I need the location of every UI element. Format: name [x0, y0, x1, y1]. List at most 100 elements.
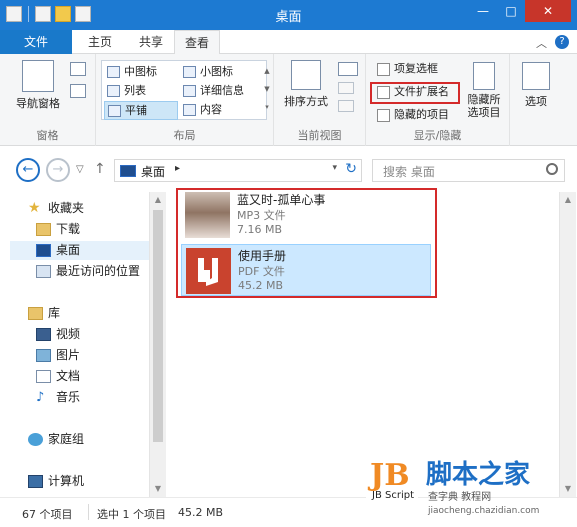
star-icon: ★: [28, 200, 41, 216]
nav-item-documents[interactable]: 文档: [36, 367, 80, 386]
annotation-highlight-box: [176, 188, 437, 298]
navigation-pane: ★ 收藏夹 下载 桌面 最近访问的位置 库 视频 图片 文档 ♪ 音乐 家庭组 计算…: [0, 192, 166, 497]
add-columns-icon[interactable]: [338, 82, 354, 94]
group-layout: 中图标 小图标 列表 详细信息 平铺 内容 ▲ ▼ ▾ 布局: [96, 54, 274, 146]
hidden-items-checkbox[interactable]: 隐藏的项目: [374, 108, 449, 124]
options-icon: [522, 62, 550, 90]
address-dropdown-icon[interactable]: ▾: [332, 163, 337, 173]
breadcrumb-chevron-icon[interactable]: ▸: [175, 163, 180, 174]
checkbox-box[interactable]: [377, 63, 390, 76]
watermark-site: 脚本之家: [426, 460, 531, 490]
size-columns-icon[interactable]: [338, 100, 354, 112]
layout-option-details[interactable]: 详细信息: [180, 82, 260, 101]
documents-icon: [36, 370, 51, 383]
layout-option-content[interactable]: 内容: [180, 101, 260, 120]
content-icon: [183, 104, 196, 116]
group-by-icon[interactable]: [338, 62, 358, 76]
item-count: 67 个项目: [22, 508, 73, 521]
watermark-logo: JB JB Script: [366, 458, 418, 504]
back-button[interactable]: ←: [16, 158, 40, 182]
medium-icons-icon: [107, 66, 120, 78]
tab-share[interactable]: 共享: [128, 30, 174, 54]
search-icon[interactable]: [546, 163, 558, 175]
layout-option-medium-icons[interactable]: 中图标: [104, 63, 178, 82]
selection-count: 选中 1 个项目: [97, 508, 166, 521]
chevron-up-icon[interactable]: ︿: [536, 35, 547, 51]
nav-item-videos[interactable]: 视频: [36, 325, 80, 344]
options-label: 选项: [525, 95, 547, 108]
scrollbar-thumb[interactable]: [153, 210, 163, 442]
layout-option-small-icons[interactable]: 小图标: [180, 63, 260, 82]
layout-gallery-scroll[interactable]: ▲ ▼ ▾: [263, 62, 271, 118]
close-button[interactable]: ✕: [525, 0, 571, 22]
forward-button[interactable]: →: [46, 158, 70, 182]
hide-selected-icon: [473, 62, 495, 90]
hide-selected-label: 隐藏所选项目: [467, 93, 501, 119]
group-current-view: 排序方式 当前视图: [274, 54, 366, 146]
status-divider: [88, 504, 89, 520]
minimize-button[interactable]: —: [469, 0, 497, 22]
recent-locations-dropdown[interactable]: ▽: [76, 164, 84, 175]
hide-selected-button[interactable]: 隐藏所选项目: [464, 62, 504, 119]
refresh-icon[interactable]: ↻: [345, 161, 357, 177]
up-arrow-icon[interactable]: ↑: [94, 161, 106, 177]
details-pane-icon[interactable]: [70, 84, 86, 98]
scroll-up-icon[interactable]: ▲: [150, 192, 166, 208]
computer-icon: [28, 475, 43, 488]
homegroup-icon: [28, 433, 43, 446]
ribbon: 导航窗格 窗格 中图标 小图标 列表 详细信息 平铺 内容 ▲ ▼ ▾ 布局 排序方…: [0, 54, 577, 146]
nav-item-desktop[interactable]: 桌面: [10, 241, 150, 260]
selection-size: 45.2 MB: [178, 506, 224, 519]
nav-item-downloads[interactable]: 下载: [36, 220, 80, 239]
group-label-current-view: 当前视图: [297, 129, 342, 142]
sort-icon: [291, 60, 321, 90]
group-label-show-hide: 显示/隐藏: [413, 129, 462, 142]
preview-pane-icon[interactable]: [70, 62, 86, 76]
list-icon: [107, 85, 120, 97]
tab-view[interactable]: 查看: [174, 30, 220, 55]
group-panes: 导航窗格 窗格: [0, 54, 96, 146]
sort-by-label: 排序方式: [284, 95, 328, 108]
checkbox-box[interactable]: [377, 109, 390, 122]
window-controls: — □ ✕: [469, 0, 571, 22]
small-icons-icon: [183, 66, 196, 78]
address-location: 桌面: [141, 165, 166, 179]
layout-option-list[interactable]: 列表: [104, 82, 178, 101]
download-folder-icon: [36, 223, 51, 236]
nav-item-recent-places[interactable]: 最近访问的位置: [36, 262, 140, 281]
item-checkboxes-checkbox[interactable]: 项复选框: [374, 62, 438, 78]
tab-file[interactable]: 文件: [0, 30, 72, 54]
nav-pane-button[interactable]: 导航窗格: [10, 60, 66, 111]
watermark-url: jiaocheng.chazidian.com: [428, 506, 540, 516]
group-label-panes: 窗格: [36, 129, 59, 142]
ribbon-right-controls: ︿ ?: [536, 35, 569, 51]
nav-item-pictures[interactable]: 图片: [36, 346, 80, 365]
scroll-up-icon[interactable]: ▲: [560, 192, 576, 208]
video-icon: [36, 328, 51, 341]
nav-pane-scrollbar[interactable]: ▲ ▼: [149, 192, 166, 497]
nav-item-favorites[interactable]: ★ 收藏夹: [28, 199, 84, 218]
maximize-button[interactable]: □: [497, 0, 525, 22]
desktop-icon: [36, 244, 51, 257]
layout-option-tiles[interactable]: 平铺: [104, 101, 178, 120]
group-label-layout: 布局: [173, 129, 196, 142]
nav-item-computer[interactable]: 计算机: [28, 472, 84, 491]
watermark-brand: 查字典 教程网: [428, 492, 492, 503]
nav-pane-icon: [22, 60, 54, 92]
nav-item-libraries[interactable]: 库: [28, 304, 60, 323]
help-icon[interactable]: ?: [555, 35, 569, 49]
tab-home[interactable]: 主页: [72, 30, 128, 54]
nav-item-music[interactable]: ♪ 音乐: [36, 388, 80, 407]
nav-item-homegroup[interactable]: 家庭组: [28, 430, 84, 449]
group-show-hide: 项复选框 文件扩展名 隐藏的项目 隐藏所选项目 显示/隐藏: [366, 54, 510, 146]
sort-by-button[interactable]: 排序方式: [280, 60, 332, 109]
address-bar[interactable]: 桌面 ▸ ▾ ↻: [114, 159, 362, 182]
search-box[interactable]: 搜索 桌面: [372, 159, 565, 182]
search-placeholder: 搜索 桌面: [383, 165, 435, 179]
nav-pane-label: 导航窗格: [16, 97, 60, 110]
pictures-icon: [36, 349, 51, 362]
address-toolbar: ← → ▽ ↑ 桌面 ▸ ▾ ↻ 搜索 桌面: [0, 146, 577, 192]
options-button[interactable]: 选项: [516, 62, 556, 109]
scroll-down-icon[interactable]: ▼: [150, 481, 166, 497]
annotation-highlight-box: [370, 82, 460, 104]
